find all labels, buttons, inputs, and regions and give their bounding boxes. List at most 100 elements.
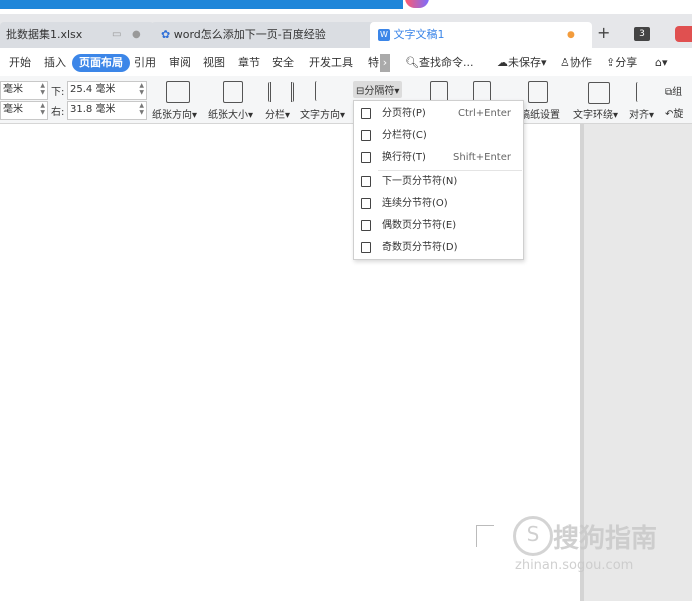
margin-bottom-field[interactable]: 25.4 毫米 ▲ ▼ [67,81,147,100]
unsaved-label: 未保存 [508,56,541,69]
menu-item-label: 连续分节符(O) [382,198,448,209]
sogou-watermark: S 搜狗指南 zhinan.sogou.com [513,514,683,576]
collab-label: 协作 [569,56,592,69]
menu-review[interactable]: 审阅 [169,54,191,72]
page-break-icon [361,108,371,119]
page-corner-marker [476,525,494,547]
next-page-section-icon [361,176,371,187]
paper-size-button[interactable]: 纸张大小▾ [208,106,253,121]
line-break-icon [361,152,371,163]
menu-item-line-break[interactable]: 换行符(T) Shift+Enter [354,147,523,169]
watermark-brand: 搜狗指南 [553,524,658,554]
menu-scroll-right-icon[interactable]: › [380,54,390,72]
columns-icon[interactable] [268,82,294,102]
text-direction-button[interactable]: 文字方向▾ [300,106,345,121]
menu-view[interactable]: 视图 [203,54,225,72]
tab-spreadsheet[interactable]: 批数据集1.xlsx ▭ ● [0,22,154,48]
spinner-icon[interactable]: ▲ ▼ [139,102,144,116]
menu-page-layout[interactable]: 页面布局 [72,54,130,72]
breaks-label: 分隔符 [364,86,395,97]
rotate-button[interactable]: ↶旋 [665,105,683,120]
tab-bar: 批数据集1.xlsx ▭ ● ✿ word怎么添加下一页-百度经验 W 文字文稿… [0,14,692,48]
margin-right-value: 31.8 毫米 [70,104,116,115]
menu-special[interactable]: 特 [368,54,379,72]
menu-item-label: 分页符(P) [382,108,426,119]
text-wrap-label: 文字环绕 [573,110,613,121]
menu-references[interactable]: 引用 [134,54,156,72]
margin-top-value: 毫米 [3,84,23,95]
menu-security[interactable]: 安全 [272,54,294,72]
title-strip [0,0,692,14]
share-label: 分享 [615,56,638,69]
cloud-save-status[interactable]: ☁未保存▾ [497,54,547,72]
search-label: 查找命令... [418,56,474,69]
cloud-icon: ☁ [497,56,508,69]
menu-item-next-page-section-break[interactable]: 下一页分节符(N) [354,171,523,193]
menu-insert[interactable]: 插入 [44,54,66,72]
columns-label: 分栏 [265,110,285,121]
taskbar-highlight [0,0,403,9]
spinner-icon[interactable]: ▲ ▼ [40,102,45,116]
even-page-section-icon [361,220,371,231]
margin-left-value: 毫米 [3,104,23,115]
ribbon-menu-bar: 开始 插入 页面布局 引用 审阅 视图 章节 安全 开发工具 特 › 🔍︎查找命… [0,48,692,76]
tab-web-page[interactable]: ✿ word怎么添加下一页-百度经验 [151,22,374,48]
monitor-icon[interactable]: ▭ [112,22,121,48]
tab-document[interactable]: W 文字文稿1 ● [370,22,592,48]
more-tools-button[interactable]: ⌂▾ [655,54,668,72]
align-button[interactable]: 对齐▾ [629,106,654,121]
dot-icon: ● [132,29,141,40]
login-button[interactable] [675,26,692,42]
text-wrap-icon[interactable] [588,82,610,104]
menu-item-even-page-section-break[interactable]: 偶数页分节符(E) [354,215,523,237]
text-wrap-button[interactable]: 文字环绕▾ [573,106,618,121]
search-icon: 🔍︎ [405,56,419,69]
collab-button[interactable]: ♙协作 [560,54,592,72]
menu-item-page-break[interactable]: 分页符(P) Ctrl+Enter [354,103,523,125]
paper-size-icon[interactable] [223,81,243,103]
menu-item-label: 奇数页分节符(D) [382,242,458,253]
menu-item-odd-page-section-break[interactable]: 奇数页分节符(D) [354,237,523,259]
margin-left-field[interactable]: 毫米 ▲ ▼ [0,101,48,120]
rotate-label: 旋 [673,109,684,120]
breaks-button[interactable]: ⊟分隔符▾ [353,81,403,98]
orientation-icon[interactable] [166,81,190,103]
margin-right-label: 右: [51,107,65,118]
app-logo-icon [405,0,429,8]
new-tab-button[interactable]: + [597,23,610,42]
paper-size-label: 纸张大小 [208,110,248,121]
breaks-dropdown-menu: 分页符(P) Ctrl+Enter 分栏符(C) 换行符(T) Shift+En… [353,100,524,260]
manuscript-settings-button[interactable]: 稿纸设置 [520,106,560,121]
text-direction-label: 文字方向 [300,110,340,121]
manuscript-icon[interactable] [528,81,548,103]
group-label: 组 [672,87,683,98]
tab-count-badge[interactable]: 3 [634,27,650,41]
text-direction-icon[interactable] [315,81,334,101]
orientation-label: 纸张方向 [152,110,192,121]
tab-title: 批数据集1.xlsx [6,28,83,41]
word-doc-icon: W [378,29,390,41]
search-command[interactable]: 🔍︎查找命令... [405,54,473,72]
orientation-button[interactable]: 纸张方向▾ [152,106,197,121]
margin-right-field[interactable]: 31.8 毫米 ▲ ▼ [67,101,147,120]
group-button[interactable]: ⧉组 [665,83,682,98]
tab-title: word怎么添加下一页-百度经验 [173,28,326,41]
margin-top-field[interactable]: 毫米 ▲ ▼ [0,81,48,100]
spinner-icon[interactable]: ▲ ▼ [139,82,144,96]
menu-developer[interactable]: 开发工具 [309,54,353,72]
menu-item-label: 下一页分节符(N) [382,176,458,187]
menu-item-continuous-section-break[interactable]: 连续分节符(O) [354,193,523,215]
watermark-url: zhinan.sogou.com [515,558,634,573]
margin-bottom-label: 下: [51,87,65,98]
odd-page-section-icon [361,242,371,253]
align-icon[interactable] [636,82,651,102]
share-button[interactable]: ⇪分享 [606,54,637,72]
columns-button[interactable]: 分栏▾ [265,106,290,121]
align-label: 对齐 [629,110,649,121]
menu-item-column-break[interactable]: 分栏符(C) [354,125,523,147]
menu-chapter[interactable]: 章节 [238,54,260,72]
spinner-icon[interactable]: ▲ ▼ [40,82,45,96]
menu-home[interactable]: 开始 [9,54,31,72]
unsaved-dot-icon: ● [567,30,575,40]
menu-item-shortcut: Shift+Enter [453,152,511,163]
